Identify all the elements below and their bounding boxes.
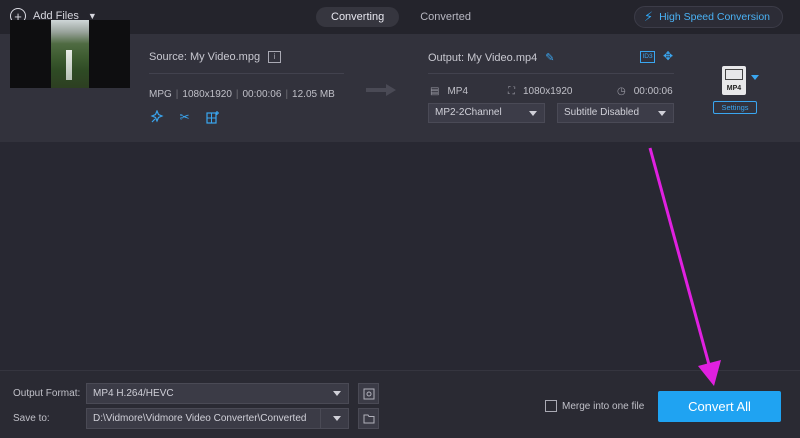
select-divider — [320, 409, 321, 428]
output-filename: Output: My Video.mp4 — [428, 51, 538, 64]
tab-converting[interactable]: Converting — [316, 7, 400, 27]
separator: | — [175, 89, 179, 100]
chevron-down-icon — [333, 391, 341, 396]
output-duration-info: ◷ 00:00:06 — [617, 86, 673, 97]
output-format: MP4 — [447, 86, 469, 97]
source-duration: 00:00:06 — [242, 89, 282, 100]
source-size: 12.05 MB — [292, 89, 335, 100]
settings-button[interactable]: Settings — [713, 101, 757, 114]
compress-icon[interactable]: ✥ — [663, 49, 673, 63]
scissors-icon[interactable]: ✂ — [177, 110, 192, 124]
chevron-down-icon — [333, 416, 341, 421]
format-dropdown-icon[interactable] — [751, 75, 759, 80]
main-tabs: Converting Converted — [316, 7, 486, 27]
merge-label: Merge into one file — [562, 400, 645, 412]
pencil-icon[interactable]: ✎ — [545, 51, 554, 64]
output-format-info: ▤ MP4 — [430, 86, 468, 97]
save-to-select[interactable]: D:\Vidmore\Vidmore Video Converter\Conve… — [86, 408, 349, 429]
save-to-value: D:\Vidmore\Vidmore Video Converter\Conve… — [93, 413, 307, 424]
output-info: Output: My Video.mp4 ✎ — [428, 51, 554, 65]
output-format-value: MP4 H.264/HEVC — [93, 388, 174, 399]
thumbnail-image — [51, 20, 89, 88]
info-icon[interactable]: i — [268, 51, 282, 63]
output-divider — [428, 73, 674, 74]
high-speed-label: High Speed Conversion — [659, 11, 770, 23]
output-resolution: 1080x1920 — [523, 86, 573, 97]
separator: | — [235, 89, 239, 100]
merge-checkbox[interactable]: Merge into one file — [545, 400, 644, 412]
subtitle-value: Subtitle Disabled — [564, 107, 640, 118]
separator: | — [285, 89, 289, 100]
film-icon — [725, 69, 743, 80]
clock-icon: ◷ — [617, 86, 626, 97]
source-format: MPG — [149, 89, 172, 100]
chevron-down-icon — [529, 111, 537, 116]
tab-converted[interactable]: Converted — [405, 7, 486, 27]
film-icon: ▤ — [430, 86, 440, 97]
video-thumbnail[interactable] — [10, 20, 130, 88]
resize-icon: ⛶ — [508, 86, 515, 97]
format-icon-label: MP4 — [726, 85, 742, 92]
thumbnail-waterfall — [66, 50, 72, 80]
high-speed-conversion-button[interactable]: ⚡ High Speed Conversion — [633, 6, 783, 28]
subtitle-select[interactable]: Subtitle Disabled — [557, 103, 674, 123]
output-format-select[interactable]: MP4 H.264/HEVC — [86, 383, 349, 404]
source-metadata: MPG | 1080x1920 | 00:00:06 | 12.05 MB — [149, 89, 335, 100]
edit-tools: ✂ — [149, 109, 220, 124]
folder-icon — [363, 414, 374, 424]
gear-icon — [363, 388, 374, 399]
output-format-label: Output Format: — [13, 388, 81, 399]
convert-arrow-icon — [366, 84, 396, 96]
source-resolution: 1080x1920 — [182, 89, 232, 100]
chevron-down-icon — [658, 111, 666, 116]
edit-effects-icon[interactable] — [205, 110, 220, 124]
output-format-icon[interactable]: MP4 — [722, 66, 746, 95]
output-duration: 00:00:06 — [633, 86, 673, 97]
convert-all-button[interactable]: Convert All — [658, 391, 781, 422]
lightning-icon: ⚡ — [643, 9, 654, 24]
checkbox-box[interactable] — [545, 400, 557, 412]
open-folder-button[interactable] — [358, 408, 379, 429]
source-info: Source: My Video.mpg i — [149, 51, 282, 63]
audio-track-value: MP2-2Channel — [435, 107, 502, 118]
id3-icon[interactable]: ID3 — [640, 51, 655, 63]
source-filename: Source: My Video.mpg — [149, 51, 261, 63]
enhance-icon[interactable] — [149, 109, 164, 124]
source-divider — [149, 73, 344, 74]
save-to-label: Save to: — [13, 413, 50, 424]
audio-track-select[interactable]: MP2-2Channel — [428, 103, 545, 123]
format-settings-button[interactable] — [358, 383, 379, 404]
output-resolution-info: ⛶ 1080x1920 — [508, 86, 573, 97]
